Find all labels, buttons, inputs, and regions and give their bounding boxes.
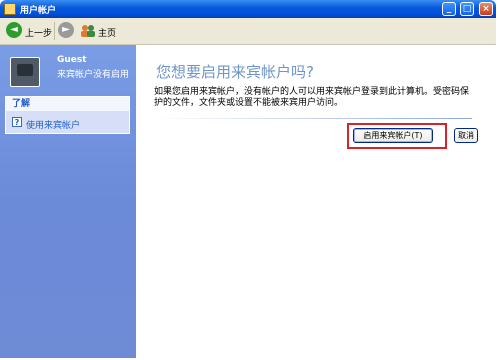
minimize-button[interactable]: _ (442, 2, 456, 16)
description-text: 如果您启用来宾帐户，没有帐户的人可以用来宾帐户登录到此计算机。受密码保护的文件，… (154, 87, 470, 108)
site-watermark (384, 314, 496, 354)
forward-arrow-icon[interactable]: ► (58, 22, 74, 38)
left-task-pane: Guest 来宾帐户没有启用 了解 ? 使用来宾帐户 (0, 45, 136, 358)
users-home-icon[interactable] (80, 24, 96, 38)
toolbar: ◄ 上一步 ► 主页 (0, 18, 496, 45)
back-button-label[interactable]: 上一步 (25, 26, 52, 39)
help-icon: ? (12, 117, 22, 127)
home-button-label[interactable]: 主页 (98, 26, 116, 39)
learn-about-header: 了解 (6, 97, 129, 111)
learn-about-panel: 了解 ? 使用来宾帐户 (5, 96, 130, 134)
user-accounts-app-icon (4, 3, 16, 15)
account-status: 来宾帐户没有启用 (57, 70, 130, 80)
watermark-logo-icon (384, 320, 408, 344)
separator-line (154, 118, 472, 119)
main-content: 您想要启用来宾帐户吗? 如果您启用来宾帐户，没有帐户的人可以用来宾帐户登录到此计… (136, 45, 496, 358)
guest-account-help-link[interactable]: 使用来宾帐户 (26, 118, 80, 131)
cancel-button[interactable]: 取消 (454, 128, 478, 143)
window-title: 用户帐户 (20, 6, 57, 16)
maximize-button[interactable]: □ (460, 2, 474, 16)
page-title: 您想要启用来宾帐户吗? (156, 63, 314, 81)
enable-guest-button[interactable]: 启用来宾帐户(T) (353, 128, 433, 143)
title-bar[interactable]: 用户帐户 _ □ × (0, 0, 496, 18)
toolbar-divider (54, 22, 55, 40)
briefcase-avatar-icon (10, 57, 40, 87)
close-button[interactable]: × (479, 2, 493, 16)
account-name: Guest (57, 55, 87, 65)
user-accounts-window: 用户帐户 _ □ × ◄ 上一步 ► 主页 Guest 来宾帐户没有启用 了解 … (0, 0, 496, 358)
back-arrow-icon[interactable]: ◄ (6, 22, 22, 38)
